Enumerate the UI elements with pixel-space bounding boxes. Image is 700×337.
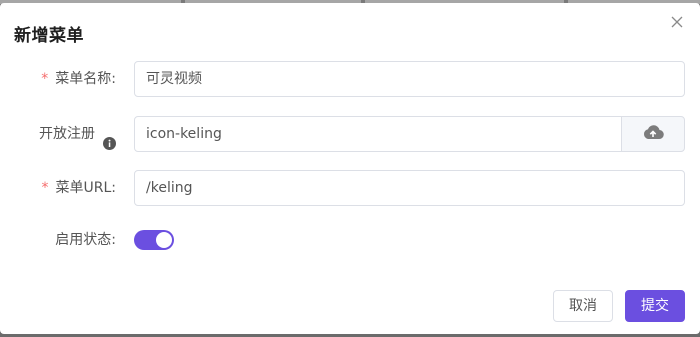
cloud-upload-icon	[642, 124, 664, 144]
info-icon[interactable]	[103, 128, 116, 150]
open-register-row: 开放注册 icon-keling	[0, 116, 700, 152]
icon-input-group: icon-keling	[134, 116, 685, 152]
enabled-row: 启用状态:	[0, 222, 700, 258]
menu-name-row: * 菜单名称: 可灵视频	[0, 61, 700, 97]
upload-button[interactable]	[621, 116, 685, 152]
switch-knob	[156, 232, 172, 248]
enabled-switch[interactable]	[134, 230, 174, 250]
submit-button[interactable]: 提交	[625, 290, 685, 322]
menu-url-input[interactable]: /keling	[134, 170, 685, 206]
required-asterisk: *	[41, 180, 49, 196]
menu-url-label-text: 菜单URL:	[55, 180, 117, 196]
open-register-label: 开放注册	[39, 116, 116, 152]
menu-name-label-text: 菜单名称:	[55, 71, 116, 87]
close-icon[interactable]	[669, 14, 685, 30]
enabled-label: 启用状态:	[55, 222, 116, 258]
enabled-label-text: 启用状态:	[55, 232, 116, 248]
menu-name-input[interactable]: 可灵视频	[134, 61, 685, 97]
menu-url-row: * 菜单URL: /keling	[0, 170, 700, 206]
required-asterisk: *	[41, 71, 49, 87]
add-menu-dialog: 新增菜单 * 菜单名称: 可灵视频 开放注册 icon-keling * 菜单U…	[0, 3, 700, 334]
menu-name-label: * 菜单名称:	[41, 61, 116, 97]
cancel-button[interactable]: 取消	[553, 290, 613, 322]
icon-input[interactable]: icon-keling	[134, 116, 622, 152]
dialog-title: 新增菜单	[14, 26, 84, 46]
open-register-label-text: 开放注册	[39, 126, 95, 142]
menu-url-label: * 菜单URL:	[42, 170, 117, 206]
